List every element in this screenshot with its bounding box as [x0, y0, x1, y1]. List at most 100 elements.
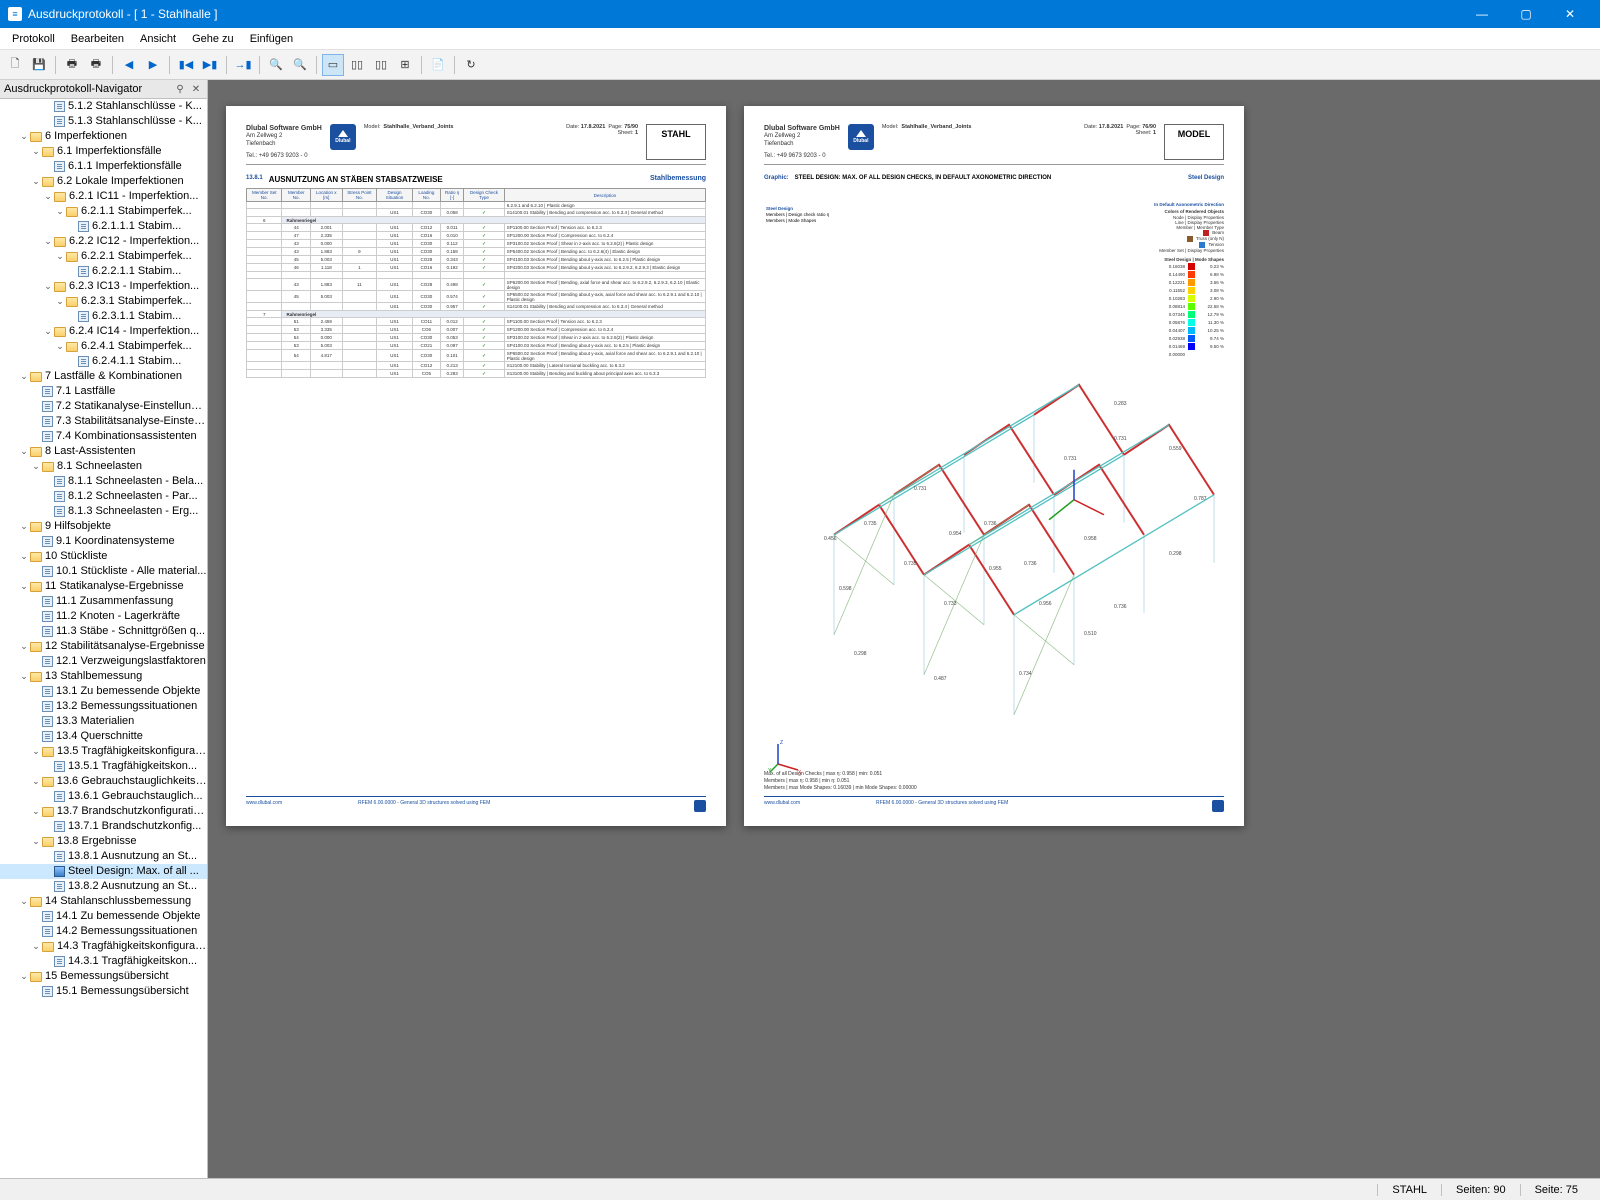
axis-triad-icon: X Y Z: [768, 738, 804, 776]
tree-item[interactable]: ⌄6.2.1 IC11 - Imperfektion...: [0, 189, 207, 204]
minimize-button[interactable]: —: [1460, 0, 1504, 28]
status-pages: Seiten: 90: [1441, 1184, 1520, 1196]
tree-item[interactable]: 6.1.1 Imperfektionsfälle: [0, 159, 207, 174]
tree-item[interactable]: 14.3.1 Tragfähigkeitskon...: [0, 954, 207, 969]
refresh-button[interactable]: ↻: [460, 54, 482, 76]
tree-item[interactable]: ⌄13.7 Brandschutzkonfiguratio...: [0, 804, 207, 819]
tree-item[interactable]: ⌄6.2.4.1 Stabimperfek...: [0, 339, 207, 354]
tree-item[interactable]: ⌄6.2.2.1 Stabimperfek...: [0, 249, 207, 264]
svg-text:0.298: 0.298: [854, 651, 867, 657]
last-button[interactable]: ▶▮: [199, 54, 221, 76]
tree-item[interactable]: ⌄6.1 Imperfektionsfälle: [0, 144, 207, 159]
menu-ansicht[interactable]: Ansicht: [132, 31, 184, 47]
svg-text:0.598: 0.598: [839, 586, 852, 592]
tree-item[interactable]: 8.1.3 Schneelasten - Erg...: [0, 504, 207, 519]
preview-area[interactable]: Dlubal Software GmbH Am Zellweg 2 Tiefen…: [208, 80, 1600, 1178]
tree-item[interactable]: 13.8.2 Ausnutzung an St...: [0, 879, 207, 894]
tree-item[interactable]: 11.2 Knoten - Lagerkräfte: [0, 609, 207, 624]
tree-item[interactable]: 13.8.1 Ausnutzung an St...: [0, 849, 207, 864]
tree-item[interactable]: 14.1 Zu bemessende Objekte: [0, 909, 207, 924]
menu-bearbeiten[interactable]: Bearbeiten: [63, 31, 132, 47]
tree-item[interactable]: 15.1 Bemessungsübersicht: [0, 984, 207, 999]
svg-text:Z: Z: [780, 740, 783, 746]
tree-item[interactable]: ⌄14 Stahlanschlussbemessung: [0, 894, 207, 909]
tree-item[interactable]: 13.7.1 Brandschutzkonfig...: [0, 819, 207, 834]
status-bar: STAHL Seiten: 90 Seite: 75: [0, 1178, 1600, 1200]
tree-item[interactable]: 13.5.1 Tragfähigkeitskon...: [0, 759, 207, 774]
tree-item[interactable]: 8.1.1 Schneelasten - Bela...: [0, 474, 207, 489]
layout4-button[interactable]: ⊞: [394, 54, 416, 76]
tree-item[interactable]: 10.1 Stückliste - Alle material...: [0, 564, 207, 579]
tree-item[interactable]: 6.2.2.1.1 Stabim...: [0, 264, 207, 279]
layout2-button[interactable]: ▯▯: [346, 54, 368, 76]
window-title: Ausdruckprotokoll - [ 1 - Stahlhalle ]: [28, 7, 1460, 21]
tree-item[interactable]: 5.1.2 Stahlanschlüsse - K...: [0, 99, 207, 114]
tree-item[interactable]: ⌄13.8 Ergebnisse: [0, 834, 207, 849]
tree-item[interactable]: ⌄8 Last-Assistenten: [0, 444, 207, 459]
tree-item[interactable]: 6.2.3.1.1 Stabim...: [0, 309, 207, 324]
tree-item[interactable]: ⌄6.2.1.1 Stabimperfek...: [0, 204, 207, 219]
new-button[interactable]: 🗋: [4, 54, 26, 76]
tree-item[interactable]: ⌄15 Bemessungsübersicht: [0, 969, 207, 984]
tree-item[interactable]: 5.1.3 Stahlanschlüsse - K...: [0, 114, 207, 129]
pin-icon[interactable]: ⚲: [173, 82, 187, 96]
edit-button[interactable]: 📄: [427, 54, 449, 76]
tree-item[interactable]: ⌄6.2.3 IC13 - Imperfektion...: [0, 279, 207, 294]
tree-item[interactable]: ⌄10 Stückliste: [0, 549, 207, 564]
jump-button[interactable]: →▮: [232, 54, 254, 76]
tree-item[interactable]: ⌄12 Stabilitätsanalyse-Ergebnisse: [0, 639, 207, 654]
svg-text:0.283: 0.283: [1114, 401, 1127, 407]
tree-item[interactable]: 11.1 Zusammenfassung: [0, 594, 207, 609]
menu-gehezu[interactable]: Gehe zu: [184, 31, 242, 47]
dlubal-logo-icon: [1212, 800, 1224, 812]
tree-item[interactable]: 14.2 Bemessungssituationen: [0, 924, 207, 939]
tree-item[interactable]: ⌄14.3 Tragfähigkeitskonfigurat...: [0, 939, 207, 954]
tree-item[interactable]: 7.1 Lastfälle: [0, 384, 207, 399]
next-button[interactable]: ▶: [142, 54, 164, 76]
menu-protokoll[interactable]: Protokoll: [4, 31, 63, 47]
prev-button[interactable]: ◀: [118, 54, 140, 76]
menu-einfuegen[interactable]: Einfügen: [242, 31, 301, 47]
tree-item[interactable]: ⌄6.2 Lokale Imperfektionen: [0, 174, 207, 189]
zoom-in-button[interactable]: 🔍: [265, 54, 287, 76]
tree-item[interactable]: 7.3 Stabilitätsanalyse-Einstell...: [0, 414, 207, 429]
tree-item[interactable]: ⌄13.5 Tragfähigkeitskonfigurat...: [0, 744, 207, 759]
zoom-out-button[interactable]: 🔍: [289, 54, 311, 76]
sidebar-close-icon[interactable]: ✕: [189, 82, 203, 96]
first-button[interactable]: ▮◀: [175, 54, 197, 76]
tree-item[interactable]: 6.2.1.1.1 Stabim...: [0, 219, 207, 234]
tree-item[interactable]: ⌄6 Imperfektionen: [0, 129, 207, 144]
layout3-button[interactable]: ▯▯: [370, 54, 392, 76]
tree-item[interactable]: 13.6.1 Gebrauchstauglich...: [0, 789, 207, 804]
save-button[interactable]: 💾: [28, 54, 50, 76]
toolbar: 🗋 💾 🖶 🖶 ◀ ▶ ▮◀ ▶▮ →▮ 🔍 🔍 ▭ ▯▯ ▯▯ ⊞ 📄 ↻: [0, 50, 1600, 80]
svg-text:0.733: 0.733: [944, 601, 957, 607]
maximize-button[interactable]: ▢: [1504, 0, 1548, 28]
tree-item[interactable]: 12.1 Verzweigungslastfaktoren: [0, 654, 207, 669]
tree-item[interactable]: ⌄6.2.3.1 Stabimperfek...: [0, 294, 207, 309]
tree-item[interactable]: 7.2 Statikanalyse-Einstellungen: [0, 399, 207, 414]
tree-item[interactable]: 13.1 Zu bemessende Objekte: [0, 684, 207, 699]
tree-item[interactable]: 7.4 Kombinationsassistenten: [0, 429, 207, 444]
tree-item[interactable]: Steel Design: Max. of all ...: [0, 864, 207, 879]
tree-item[interactable]: 13.3 Materialien: [0, 714, 207, 729]
tree-item[interactable]: 11.3 Stäbe - Schnittgrößen q...: [0, 624, 207, 639]
tree-item[interactable]: ⌄6.2.4 IC14 - Imperfektion...: [0, 324, 207, 339]
tree-item[interactable]: 13.2 Bemessungssituationen: [0, 699, 207, 714]
print-button[interactable]: 🖶: [61, 54, 83, 76]
tree-item[interactable]: ⌄7 Lastfälle & Kombinationen: [0, 369, 207, 384]
tree-item[interactable]: 6.2.4.1.1 Stabim...: [0, 354, 207, 369]
layout1-button[interactable]: ▭: [322, 54, 344, 76]
close-button[interactable]: ✕: [1548, 0, 1592, 28]
tree-item[interactable]: 8.1.2 Schneelasten - Par...: [0, 489, 207, 504]
tree-item[interactable]: ⌄9 Hilfsobjekte: [0, 519, 207, 534]
tree-item[interactable]: ⌄6.2.2 IC12 - Imperfektion...: [0, 234, 207, 249]
tree-item[interactable]: ⌄8.1 Schneelasten: [0, 459, 207, 474]
tree-item[interactable]: ⌄13.6 Gebrauchstauglichkeitsk...: [0, 774, 207, 789]
tree-item[interactable]: ⌄11 Statikanalyse-Ergebnisse: [0, 579, 207, 594]
tree-item[interactable]: 13.4 Querschnitte: [0, 729, 207, 744]
tree-item[interactable]: ⌄13 Stahlbemessung: [0, 669, 207, 684]
print2-button[interactable]: 🖶: [85, 54, 107, 76]
navigator-tree[interactable]: 5.1.2 Stahlanschlüsse - K...5.1.3 Stahla…: [0, 99, 207, 1178]
tree-item[interactable]: 9.1 Koordinatensysteme: [0, 534, 207, 549]
